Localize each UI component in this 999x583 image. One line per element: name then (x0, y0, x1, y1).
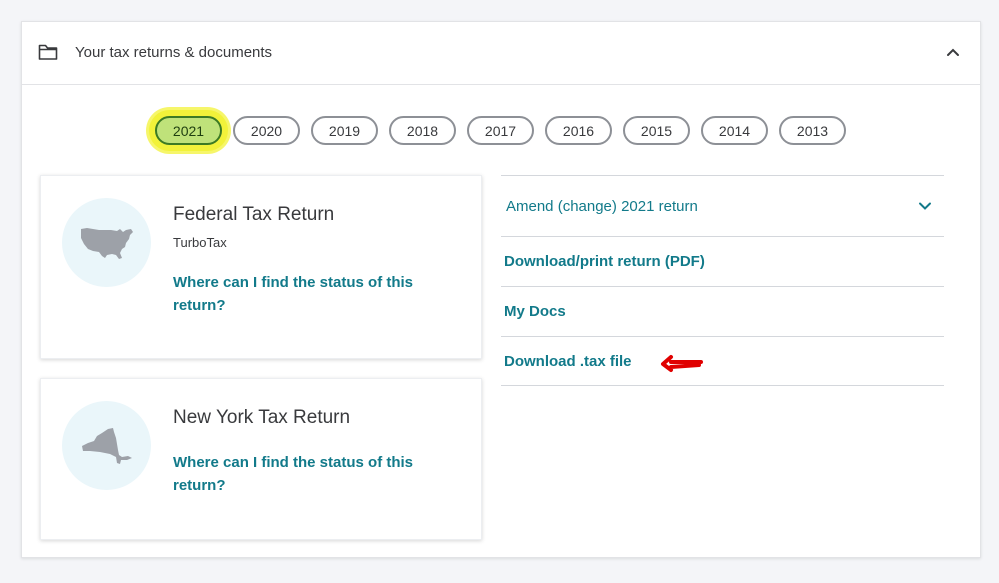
year-pill-2019[interactable]: 2019 (311, 116, 378, 145)
federal-return-software: TurboTax (173, 235, 227, 250)
year-pill-2016[interactable]: 2016 (545, 116, 612, 145)
federal-map-badge (62, 198, 151, 287)
amend-return-dropdown[interactable]: Amend (change) 2021 return (501, 175, 944, 236)
federal-status-link[interactable]: Where can I find the status of this retu… (173, 271, 433, 317)
year-selector: 2021 2020 2019 2018 2017 2016 2015 2014 … (155, 116, 846, 146)
red-arrow-icon (661, 355, 703, 372)
my-docs-link[interactable]: My Docs (501, 286, 944, 336)
year-pill-2014[interactable]: 2014 (701, 116, 768, 145)
year-pill-2013[interactable]: 2013 (779, 116, 846, 145)
year-pill-2015[interactable]: 2015 (623, 116, 690, 145)
federal-return-card: Federal Tax Return TurboTax Where can I … (40, 175, 482, 359)
download-pdf-link[interactable]: Download/print return (PDF) (501, 236, 944, 286)
download-tax-file-label: Download .tax file (504, 352, 632, 370)
download-tax-file-link[interactable]: Download .tax file (501, 336, 944, 386)
panel-header[interactable]: Your tax returns & documents (22, 22, 980, 85)
chevron-up-icon[interactable] (946, 45, 960, 59)
return-actions-list: Amend (change) 2021 return Download/prin… (501, 175, 944, 386)
year-pill-2017[interactable]: 2017 (467, 116, 534, 145)
state-map-badge (62, 401, 151, 490)
download-pdf-label: Download/print return (PDF) (504, 253, 705, 270)
amend-return-label: Amend (change) 2021 return (506, 197, 698, 215)
chevron-down-icon[interactable] (918, 199, 932, 213)
state-status-link[interactable]: Where can I find the status of this retu… (173, 451, 433, 497)
tax-returns-panel: Your tax returns & documents 2021 2020 2… (21, 21, 981, 558)
my-docs-label: My Docs (504, 303, 566, 320)
folder-icon (38, 44, 58, 60)
usa-map-icon (80, 227, 133, 259)
federal-return-title: Federal Tax Return (173, 204, 335, 225)
panel-title: Your tax returns & documents (75, 44, 273, 61)
new-york-map-icon (81, 427, 132, 464)
state-return-card: New York Tax Return Where can I find the… (40, 378, 482, 540)
year-pill-2018[interactable]: 2018 (389, 116, 456, 145)
year-pill-2021[interactable]: 2021 (155, 116, 222, 145)
state-return-title: New York Tax Return (173, 407, 351, 428)
year-pill-2020[interactable]: 2020 (233, 116, 300, 145)
